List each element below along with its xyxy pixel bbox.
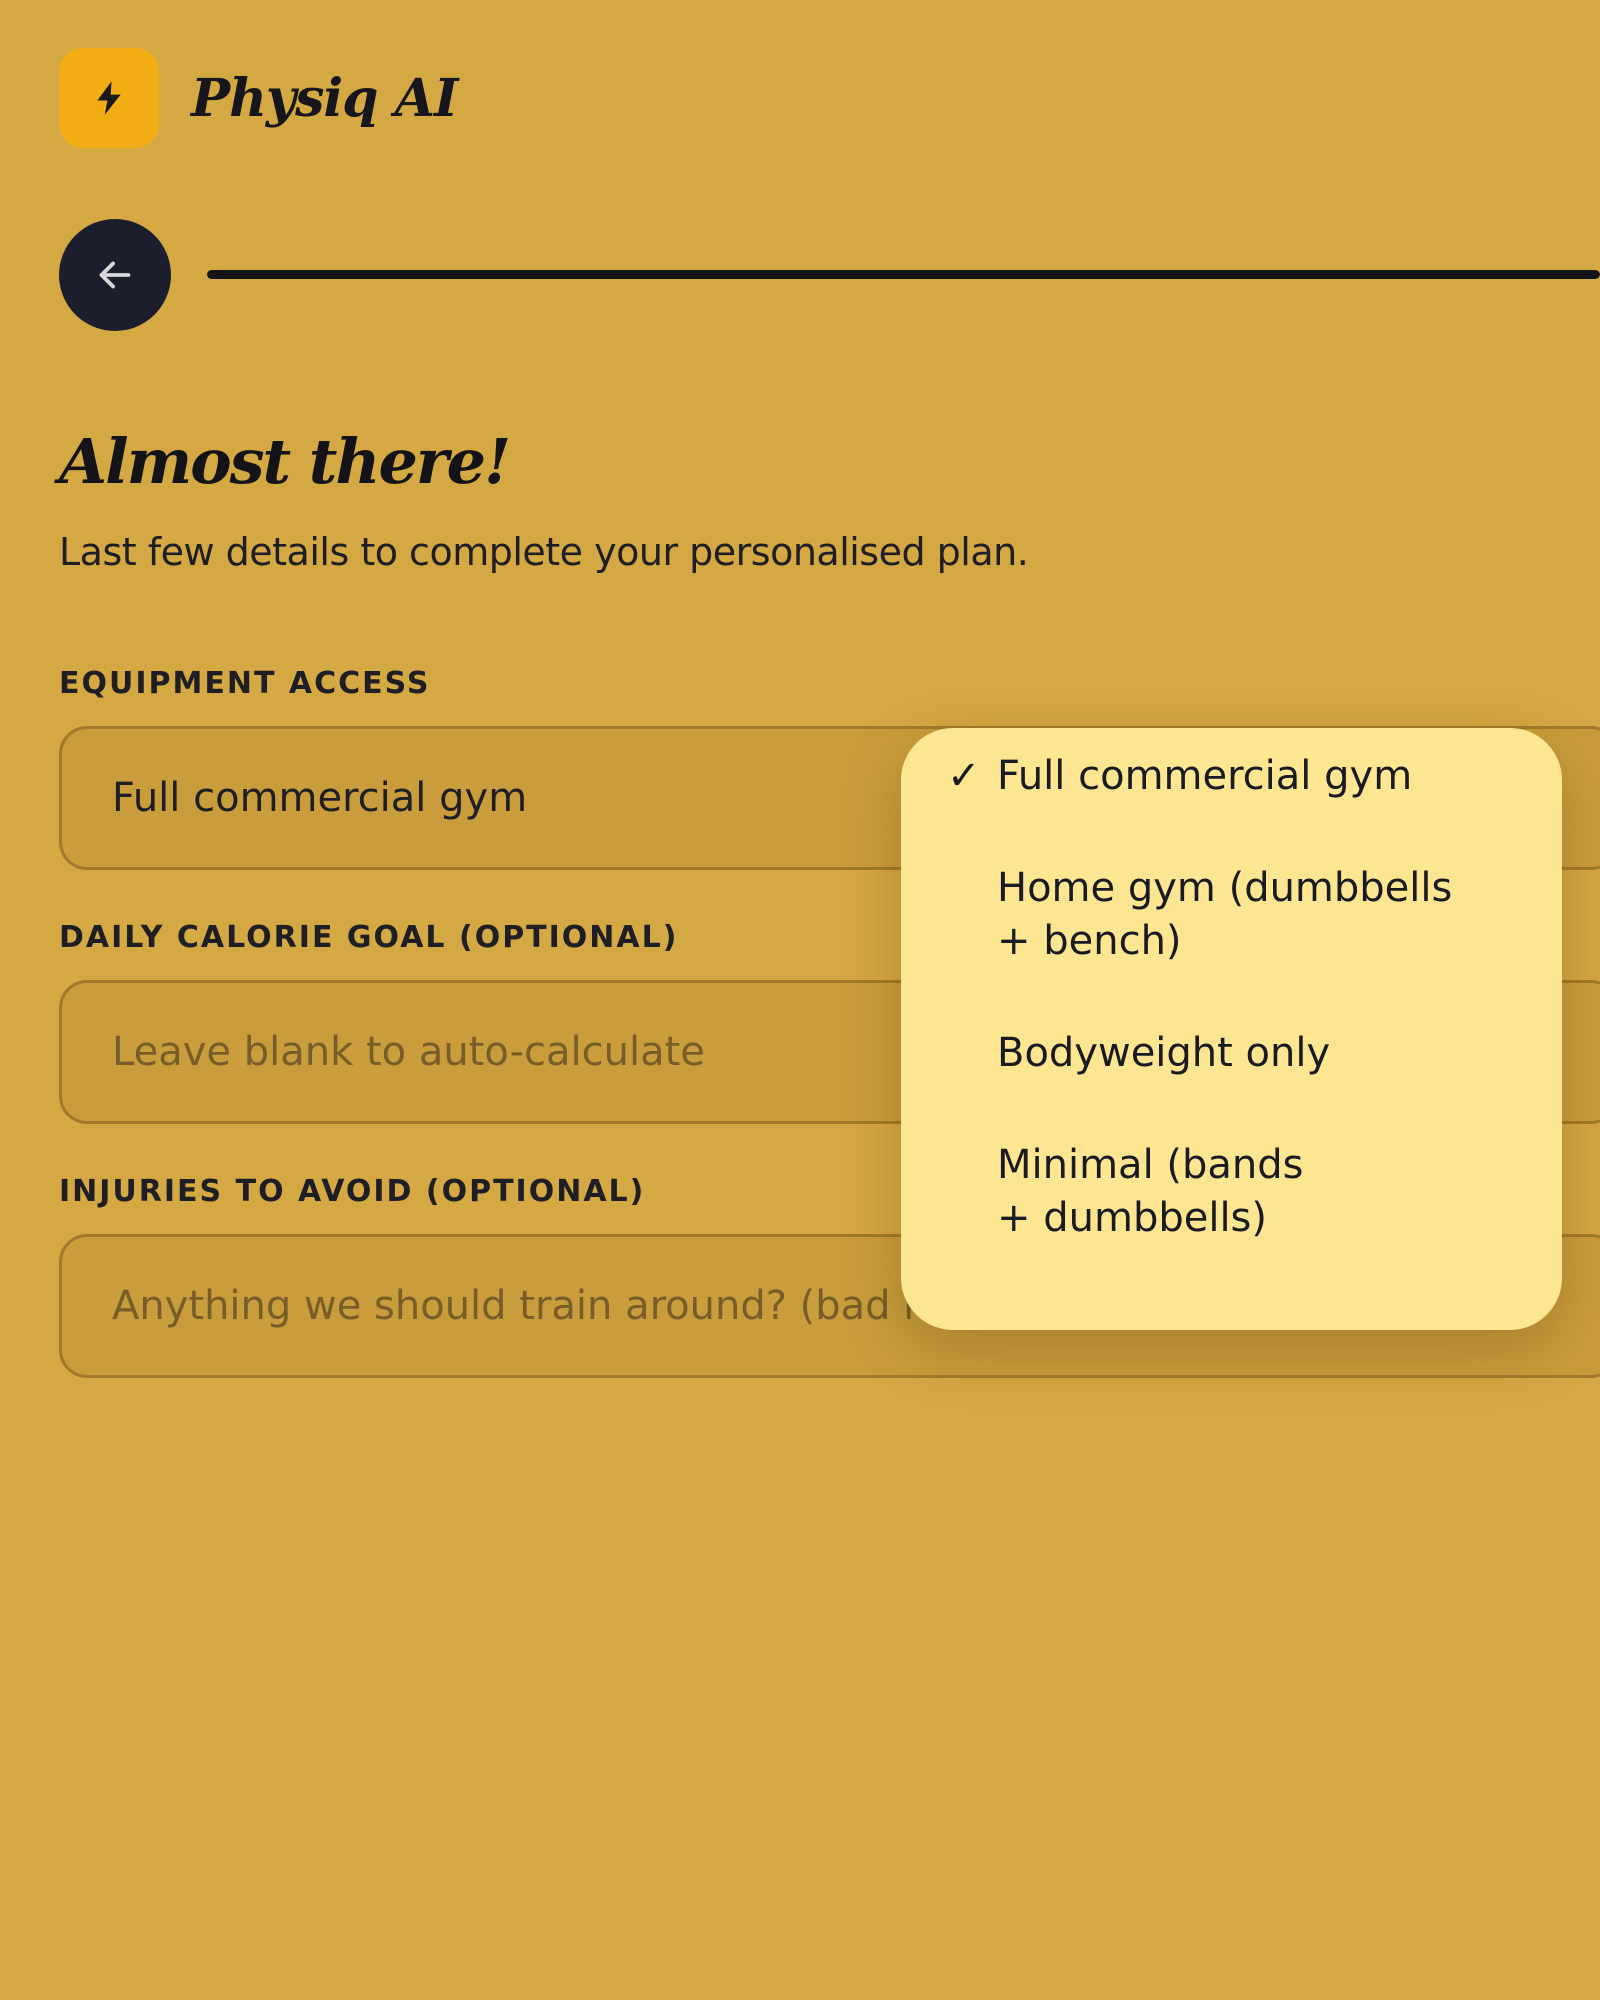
- dropdown-option-home-gym[interactable]: Home gym (dumbbells + bench): [901, 862, 1562, 968]
- page-subtitle: Last few details to complete your person…: [59, 530, 1029, 574]
- injuries-label: INJURIES TO AVOID (OPTIONAL): [59, 1174, 646, 1209]
- dropdown-option-label: Full commercial gym: [997, 753, 1413, 799]
- dropdown-option-full-gym[interactable]: ✓ Full commercial gym: [901, 750, 1562, 803]
- check-icon: ✓: [947, 753, 981, 799]
- calorie-goal-label: DAILY CALORIE GOAL (OPTIONAL): [59, 920, 679, 955]
- equipment-label: EQUIPMENT ACCESS: [59, 666, 431, 701]
- dropdown-option-label: Bodyweight only: [997, 1030, 1331, 1076]
- dropdown-option-label: Home gym (dumbbells + bench): [997, 865, 1453, 964]
- arrow-left-icon: [99, 261, 131, 289]
- lightning-bolt-icon: [97, 81, 121, 115]
- app-logo: [59, 48, 159, 148]
- dropdown-option-minimal[interactable]: Minimal (bands + dumbbells): [901, 1139, 1562, 1245]
- page-title: Almost there!: [59, 425, 511, 498]
- app-header: Physiq AI: [59, 48, 458, 148]
- dropdown-option-bodyweight[interactable]: Bodyweight only: [901, 1027, 1562, 1080]
- brand-name: Physiq AI: [191, 67, 458, 129]
- progress-bar-fill: [207, 270, 1600, 279]
- back-button[interactable]: [59, 219, 171, 331]
- equipment-dropdown-menu: ✓ Full commercial gym Home gym (dumbbell…: [901, 728, 1562, 1330]
- dropdown-option-label: Minimal (bands + dumbbells): [997, 1142, 1304, 1241]
- progress-bar: [207, 270, 1600, 279]
